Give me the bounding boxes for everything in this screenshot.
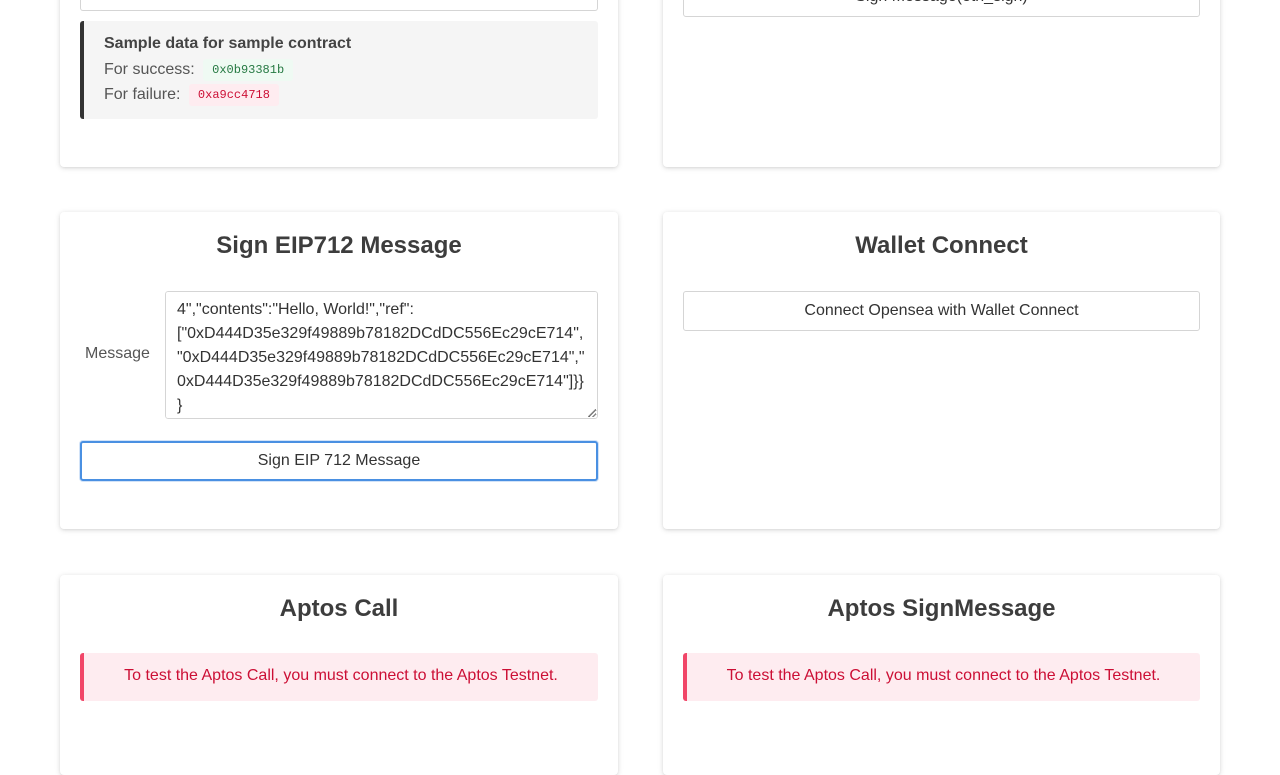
sample-data-title: Sample data for sample contract — [104, 35, 352, 52]
success-label: For success: — [104, 61, 195, 78]
aptos-sign-title: Aptos SignMessage — [827, 595, 1056, 622]
message-label: Message — [85, 345, 150, 362]
aptos-sign-card: Aptos SignMessage To test the Aptos Call… — [663, 575, 1220, 775]
aptos-call-notice: To test the Aptos Call, you must connect… — [80, 653, 598, 701]
failure-value: 0xa9cc4718 — [188, 83, 279, 106]
failure-label: For failure: — [104, 86, 181, 103]
wallet-connect-title: Wallet Connect — [855, 232, 1028, 259]
success-value: 0x0b93381b — [203, 58, 294, 81]
eip712-title: Sign EIP712 Message — [216, 232, 462, 259]
message-textarea-wrap — [165, 291, 598, 419]
sign-message-card: Sign Message(eth_sign) — [663, 0, 1220, 167]
connect-opensea-button[interactable]: Connect Opensea with Wallet Connect — [683, 291, 1200, 331]
wallet-connect-card: Wallet Connect Connect Opensea with Wall… — [663, 212, 1220, 529]
failure-row: For failure: 0xa9cc4718 — [104, 82, 578, 107]
aptos-call-title: Aptos Call — [279, 595, 399, 622]
sample-contract-card: Sample data for sample contract For succ… — [60, 0, 618, 167]
aptos-call-card: Aptos Call To test the Aptos Call, you m… — [60, 575, 618, 775]
resize-handle-icon[interactable] — [588, 409, 596, 417]
sign-message-button[interactable]: Sign Message(eth_sign) — [683, 0, 1200, 17]
sample-data-box: Sample data for sample contract For succ… — [80, 21, 598, 119]
sign-eip712-button[interactable]: Sign EIP 712 Message — [80, 441, 598, 481]
success-row: For success: 0x0b93381b — [104, 57, 578, 82]
message-textarea[interactable] — [165, 291, 598, 419]
aptos-sign-notice: To test the Aptos Call, you must connect… — [683, 653, 1200, 701]
contract-input[interactable] — [80, 0, 598, 11]
eip712-card: Sign EIP712 Message Message Sign EIP 712… — [60, 212, 618, 529]
